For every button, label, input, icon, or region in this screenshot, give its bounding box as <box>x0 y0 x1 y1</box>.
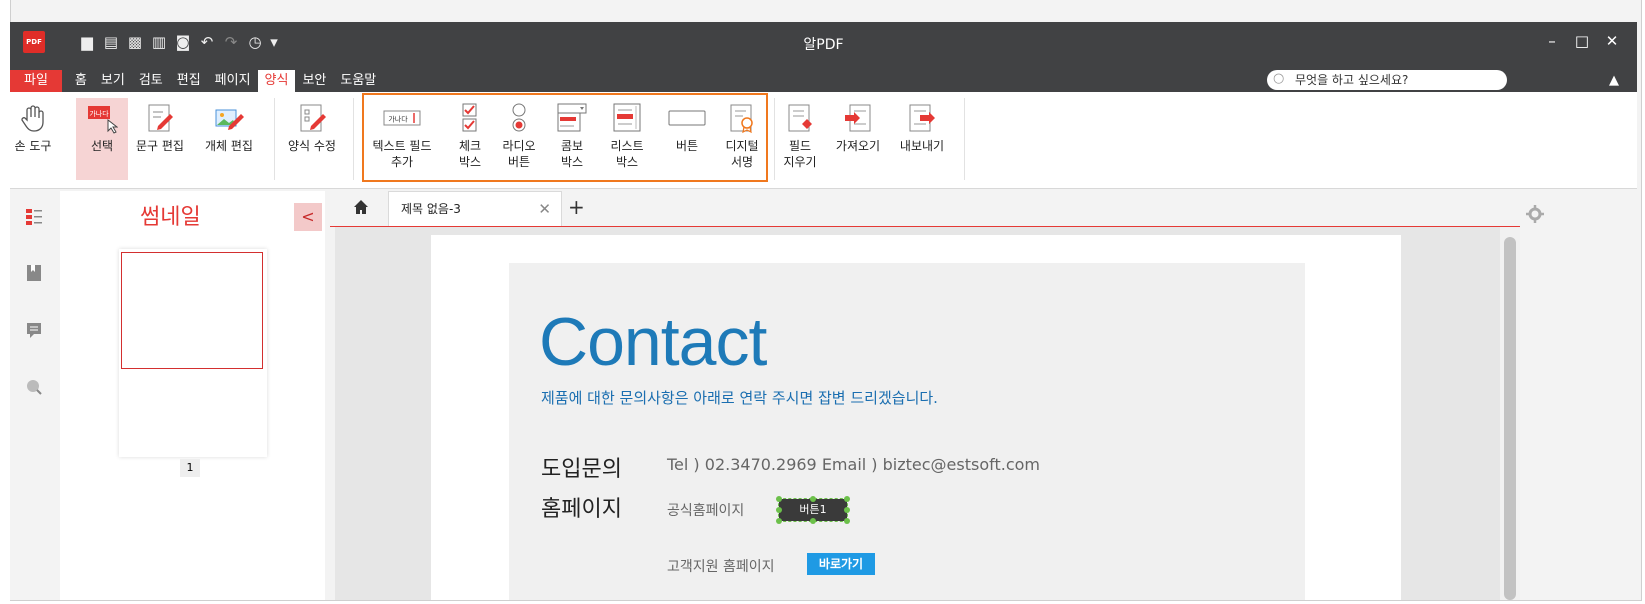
import-button[interactable]: 가져오기 <box>830 98 886 154</box>
menu-page[interactable]: 페이지 <box>208 70 258 92</box>
vertical-scrollbar[interactable] <box>1500 227 1520 600</box>
menu-review[interactable]: 검토 <box>132 70 170 92</box>
homepage-label: 홈페이지 <box>541 497 622 522</box>
window-controls: – □ ✕ <box>1537 30 1627 52</box>
thumbnail-page-number: 1 <box>180 459 200 477</box>
resize-handle[interactable] <box>844 496 850 502</box>
form-fields-highlight <box>362 93 768 182</box>
document-viewer: Contact 제품에 대한 문의사항은 아래로 연락 주시면 잡변 드리겠습니… <box>335 227 1500 600</box>
edit-text-label: 문구 편집 <box>136 139 184 153</box>
button-field-label: 버튼1 <box>799 503 827 516</box>
menu-edit[interactable]: 편집 <box>170 70 208 92</box>
resize-handle[interactable] <box>776 507 782 513</box>
menu-security[interactable]: 보안 <box>295 70 333 92</box>
hand-tool-label: 손 도구 <box>14 139 52 153</box>
title-bar: PDF ▆ ▤ ▩ ▥ ◙ ↶ ↷ ◷ ▾ 알PDF – □ ✕ <box>10 22 1637 70</box>
import-label: 가져오기 <box>835 139 881 153</box>
ribbon-separator <box>964 98 965 180</box>
ribbon-separator <box>274 98 275 180</box>
close-button[interactable]: ✕ <box>1597 30 1627 52</box>
select-label: 선택 <box>90 139 114 153</box>
window-title: 알PDF <box>803 37 844 53</box>
edit-form-icon <box>300 104 326 132</box>
hand-tool-button[interactable]: 손 도구 <box>10 98 56 154</box>
search-panel-icon[interactable] <box>26 379 42 395</box>
maximize-button[interactable]: □ <box>1567 30 1597 52</box>
button-form-field[interactable]: 버튼1 <box>776 496 850 524</box>
import-icon <box>845 104 871 132</box>
select-button[interactable]: 가나다 선택 <box>76 98 128 180</box>
collapse-ribbon-icon[interactable]: ▲ <box>1609 70 1619 92</box>
clear-fields-button[interactable]: 필드 지우기 <box>780 98 820 170</box>
contact-subtitle: 제품에 대한 문의사항은 아래로 연락 주시면 잡변 드리겠습니다. <box>541 389 938 407</box>
resize-handle[interactable] <box>844 518 850 524</box>
support-homepage-text: 고객지원 홈페이지 <box>667 559 775 575</box>
goto-button[interactable]: 바로가기 <box>807 553 875 575</box>
contact-heading: Contact <box>539 304 767 380</box>
inquiry-label: 도입문의 <box>541 457 622 482</box>
resize-handle[interactable] <box>810 496 816 502</box>
menu-home[interactable]: 홈 <box>68 70 94 92</box>
scrollbar-thumb[interactable] <box>1504 237 1516 600</box>
page-thumbnail[interactable] <box>119 249 267 457</box>
search-box[interactable]: ○ 무엇을 하고 싶으세요? <box>1267 70 1507 90</box>
inquiry-contact-text: Tel ) 02.3470.2969 Email ) biztec@estsof… <box>667 455 1040 474</box>
menu-view[interactable]: 보기 <box>94 70 132 92</box>
menu-file[interactable]: 파일 <box>10 70 62 92</box>
select-text-icon: 가나다 <box>88 106 118 134</box>
edit-text-button[interactable]: 문구 편집 <box>130 98 190 154</box>
tab-label: 제목 없음-3 <box>401 202 461 216</box>
ribbon-separator <box>353 98 354 180</box>
export-icon <box>909 104 935 132</box>
official-homepage-text: 공식홈페이지 <box>667 503 745 519</box>
thumbnail-icon[interactable] <box>26 209 42 225</box>
ribbon-separator <box>774 98 775 180</box>
export-button[interactable]: 내보내기 <box>892 98 952 154</box>
thumbnail-panel: 썸네일 < 1 <box>60 191 325 600</box>
clear-fields-icon <box>788 104 812 132</box>
edit-object-icon <box>215 109 244 130</box>
edit-object-label: 개체 편집 <box>205 139 253 153</box>
resize-handle[interactable] <box>776 496 782 502</box>
minimize-button[interactable]: – <box>1537 30 1567 52</box>
add-tab-icon[interactable]: + <box>568 195 585 219</box>
tab-document[interactable]: 제목 없음-3 ✕ <box>388 191 562 226</box>
resize-handle[interactable] <box>776 518 782 524</box>
edit-object-button[interactable]: 개체 편집 <box>196 98 262 154</box>
edit-form-label: 양식 수정 <box>288 139 336 153</box>
pdf-page: Contact 제품에 대한 문의사항은 아래로 연락 주시면 잡변 드리겠습니… <box>431 235 1401 600</box>
content-box: Contact 제품에 대한 문의사항은 아래로 연락 주시면 잡변 드리겠습니… <box>509 263 1305 600</box>
edit-text-icon <box>148 104 173 132</box>
menu-bar: 파일 홈 보기 검토 편집 페이지 양식 보안 도움말 ○ 무엇을 하고 싶으세… <box>10 70 1637 92</box>
edit-form-button[interactable]: 양식 수정 <box>280 98 344 154</box>
ribbon: 손 도구 가나다 선택 문구 편집 개체 편집 양식 수정 가나다 텍스트 필드… <box>10 92 1637 189</box>
resize-handle[interactable] <box>844 507 850 513</box>
bookmark-icon[interactable] <box>26 265 42 281</box>
comment-icon[interactable] <box>26 322 42 338</box>
left-sidebar <box>10 189 58 600</box>
gear-icon[interactable] <box>1526 205 1544 223</box>
document-tabs: 제목 없음-3 ✕ + <box>330 191 1520 227</box>
clear-fields-label: 필드 <box>788 139 812 153</box>
export-label: 내보내기 <box>899 139 945 153</box>
collapse-panel-icon[interactable]: < <box>294 203 322 231</box>
search-placeholder: 무엇을 하고 싶으세요? <box>1295 73 1409 87</box>
thumbnail-title: 썸네일 <box>140 205 201 230</box>
home-icon[interactable] <box>352 198 370 216</box>
menu-help[interactable]: 도움말 <box>333 70 383 92</box>
clear-fields-label2: 지우기 <box>783 155 817 169</box>
select-icon-text: 가나다 <box>89 109 109 118</box>
close-tab-icon[interactable]: ✕ <box>538 192 551 227</box>
thumbnail-visible-area <box>121 252 263 369</box>
menu-form[interactable]: 양식 <box>257 70 296 92</box>
search-icon: ○ <box>1273 71 1285 86</box>
resize-handle[interactable] <box>810 518 816 524</box>
hand-icon <box>21 105 44 132</box>
